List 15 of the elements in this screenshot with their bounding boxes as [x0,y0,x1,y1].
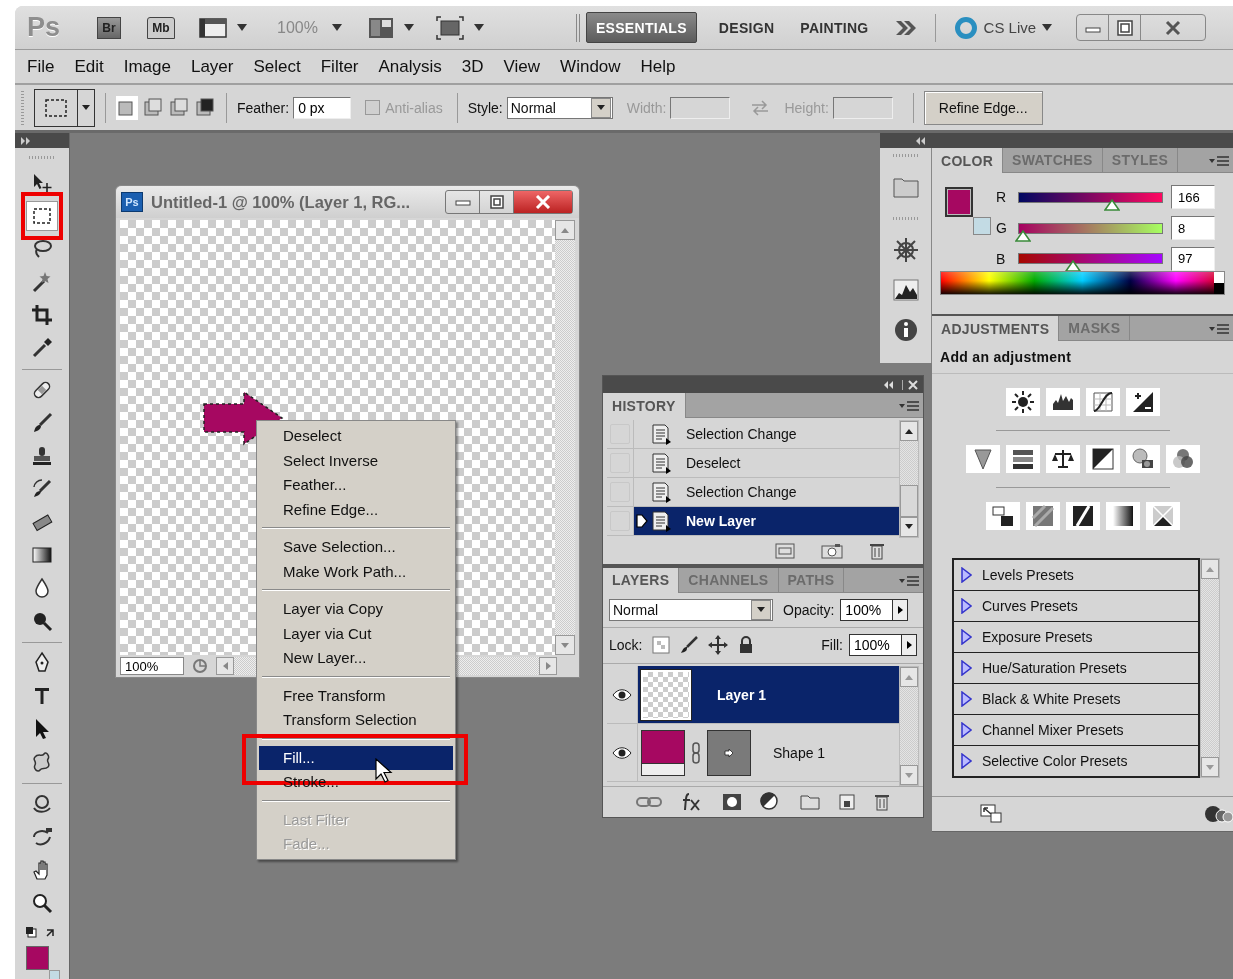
height-label: Height: [784,99,829,116]
opacity-label: Opacity: [783,601,835,618]
app-logo: Ps [27,12,62,43]
anti-alias-label: Anti-alias [385,99,443,116]
channel-label: R [996,189,1008,206]
channel-label: G [996,220,1008,236]
channel-label: B [996,250,1007,267]
document-title: Untitled-1 @ 100% (Layer 1, RG... [151,192,411,212]
fill-label: Fill: [821,637,843,654]
app-badge: Ps [121,192,143,212]
feather-label: Feather: [237,99,290,116]
panel-heading: Add an adjustment [932,341,1233,374]
style-label: Style: [467,99,503,116]
width-label: Width: [626,99,667,116]
lock-label: Lock: [609,637,643,654]
